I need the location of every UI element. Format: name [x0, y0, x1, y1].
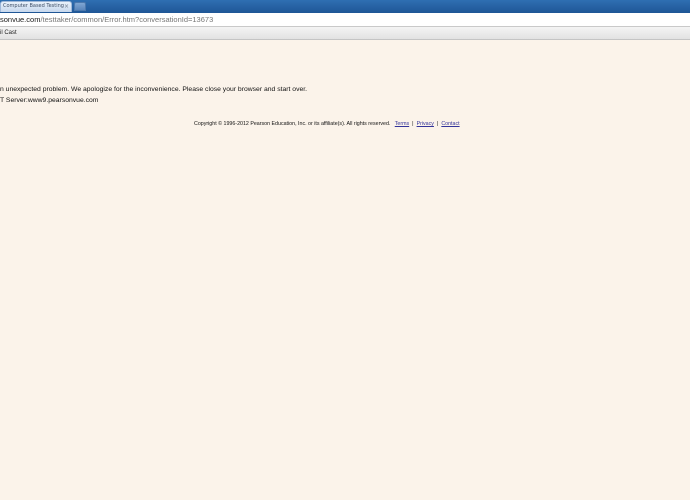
privacy-link[interactable]: Privacy	[417, 121, 434, 127]
contact-link[interactable]: Contact	[441, 121, 459, 127]
tab-title: Computer Based Testing	[3, 3, 64, 9]
footer: Copyright © 1996-2012 Pearson Education,…	[194, 120, 460, 128]
url-path: /testtaker/common/Error.htm?conversation…	[40, 15, 214, 24]
bookmark-item[interactable]: il Cast	[0, 28, 17, 38]
address-bar[interactable]: sonvue.com/testtaker/common/Error.htm?co…	[0, 13, 690, 27]
url-input[interactable]: sonvue.com/testtaker/common/Error.htm?co…	[0, 14, 213, 25]
browser-tab[interactable]: Computer Based Testing ×	[0, 1, 72, 12]
tab-strip: Computer Based Testing ×	[0, 0, 690, 14]
new-tab-button[interactable]	[74, 2, 86, 11]
footer-separator: |	[412, 121, 414, 127]
close-icon[interactable]: ×	[64, 2, 69, 11]
bookmarks-bar: il Cast	[0, 27, 690, 40]
browser-window: Computer Based Testing × sonvue.com/test…	[0, 0, 690, 500]
page-content: n unexpected problem. We apologize for t…	[0, 40, 690, 500]
url-domain: sonvue.com	[0, 15, 41, 24]
error-message: n unexpected problem. We apologize for t…	[0, 86, 308, 93]
terms-link[interactable]: Terms	[395, 121, 409, 127]
copyright-text: Copyright © 1996-2012 Pearson Education,…	[194, 121, 391, 127]
server-info: T Server:www9.pearsonvue.com	[0, 97, 99, 104]
